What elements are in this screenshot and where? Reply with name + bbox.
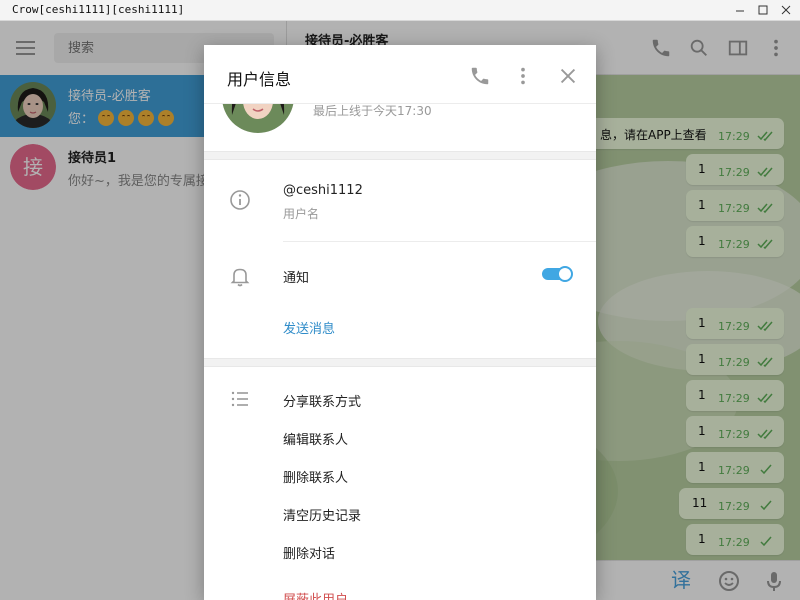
row-divider <box>283 241 596 242</box>
dialog-header: 用户信息 <box>204 45 596 103</box>
username-value[interactable]: @ceshi1112 <box>283 183 363 198</box>
block-user-action[interactable]: 屏蔽此用户 <box>283 589 348 600</box>
section-divider <box>204 358 596 367</box>
dialog-title: 用户信息 <box>227 70 292 89</box>
window-title: Crow[ceshi1111][ceshi1111] <box>12 3 185 16</box>
header-divider <box>204 103 596 104</box>
info-icon <box>228 188 252 212</box>
delete-chat-action[interactable]: 删除对话 <box>283 543 335 562</box>
section-divider <box>204 151 596 160</box>
notifications-toggle[interactable] <box>542 266 573 282</box>
close-icon[interactable] <box>557 65 579 87</box>
last-seen-status: 最后上线于今天17:30 <box>313 104 432 118</box>
toggle-knob <box>557 266 573 282</box>
clear-history-action[interactable]: 清空历史记录 <box>283 505 361 524</box>
notifications-label: 通知 <box>283 271 310 286</box>
minimize-icon[interactable] <box>732 2 748 18</box>
user-info-dialog: 最后上线于今天17:30 用户信息 @ceshi1112 用户名 通知 发送消息… <box>204 45 596 600</box>
phone-icon[interactable] <box>469 65 491 87</box>
more-vertical-icon[interactable] <box>512 65 534 87</box>
delete-contact-action[interactable]: 删除联系人 <box>283 467 348 486</box>
edit-contact-action[interactable]: 编辑联系人 <box>283 429 348 448</box>
close-window-icon[interactable] <box>778 2 794 18</box>
share-contact-action[interactable]: 分享联系方式 <box>283 391 361 410</box>
bell-icon <box>228 264 252 288</box>
send-message-link[interactable]: 发送消息 <box>283 318 335 337</box>
window-titlebar: Crow[ceshi1111][ceshi1111] <box>0 0 800 21</box>
maximize-icon[interactable] <box>755 2 771 18</box>
username-label: 用户名 <box>283 207 320 221</box>
list-icon <box>228 387 252 411</box>
